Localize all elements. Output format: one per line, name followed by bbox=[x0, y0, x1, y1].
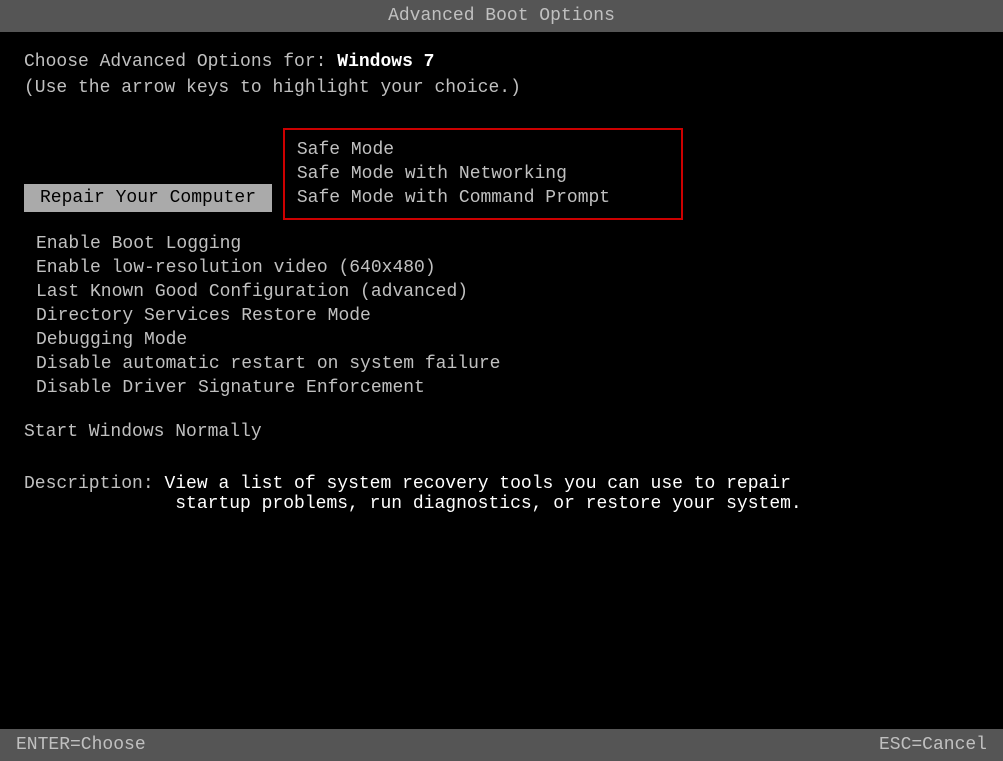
debugging-mode-item[interactable]: Debugging Mode bbox=[36, 328, 979, 352]
safe-mode-box: Safe Mode Safe Mode with Networking Safe… bbox=[283, 128, 683, 220]
enter-choose-label: ENTER=Choose bbox=[16, 735, 146, 755]
choose-prefix: Choose Advanced Options for: bbox=[24, 52, 337, 72]
description-text-line1: View a list of system recovery tools you… bbox=[164, 474, 791, 494]
safe-mode-item[interactable]: Safe Mode bbox=[297, 138, 669, 162]
disable-auto-restart-item[interactable]: Disable automatic restart on system fail… bbox=[36, 352, 979, 376]
bottom-bar: ENTER=Choose ESC=Cancel bbox=[0, 729, 1003, 761]
use-arrow-line: (Use the arrow keys to highlight your ch… bbox=[24, 78, 979, 98]
title-bar: Advanced Boot Options bbox=[0, 0, 1003, 32]
enable-low-res-item[interactable]: Enable low-resolution video (640x480) bbox=[36, 256, 979, 280]
directory-services-item[interactable]: Directory Services Restore Mode bbox=[36, 304, 979, 328]
start-windows-normally-item[interactable]: Start Windows Normally bbox=[24, 420, 979, 444]
description-area: Description: View a list of system recov… bbox=[24, 474, 979, 514]
disable-driver-sig-item[interactable]: Disable Driver Signature Enforcement bbox=[36, 376, 979, 400]
last-known-good-item[interactable]: Last Known Good Configuration (advanced) bbox=[36, 280, 979, 304]
description-line2: startup problems, run diagnostics, or re… bbox=[24, 494, 979, 514]
enable-boot-logging-item[interactable]: Enable Boot Logging bbox=[36, 232, 979, 256]
description-label: Description: bbox=[24, 474, 164, 494]
title-text: Advanced Boot Options bbox=[388, 6, 615, 26]
esc-cancel-label: ESC=Cancel bbox=[879, 735, 987, 755]
use-arrow-text: (Use the arrow keys to highlight your ch… bbox=[24, 78, 521, 98]
repair-your-computer-button[interactable]: Repair Your Computer bbox=[24, 184, 272, 212]
safe-mode-command-prompt-item[interactable]: Safe Mode with Command Prompt bbox=[297, 186, 669, 210]
safe-mode-networking-item[interactable]: Safe Mode with Networking bbox=[297, 162, 669, 186]
os-name: Windows 7 bbox=[337, 52, 434, 72]
description-text-line2: startup problems, run diagnostics, or re… bbox=[175, 494, 802, 514]
main-content: Choose Advanced Options for: Windows 7 (… bbox=[0, 32, 1003, 729]
choose-line: Choose Advanced Options for: Windows 7 bbox=[24, 52, 979, 72]
description-line1: Description: View a list of system recov… bbox=[24, 474, 979, 494]
other-menu-items: Enable Boot Logging Enable low-resolutio… bbox=[36, 232, 979, 400]
repair-button-label: Repair Your Computer bbox=[40, 188, 256, 208]
